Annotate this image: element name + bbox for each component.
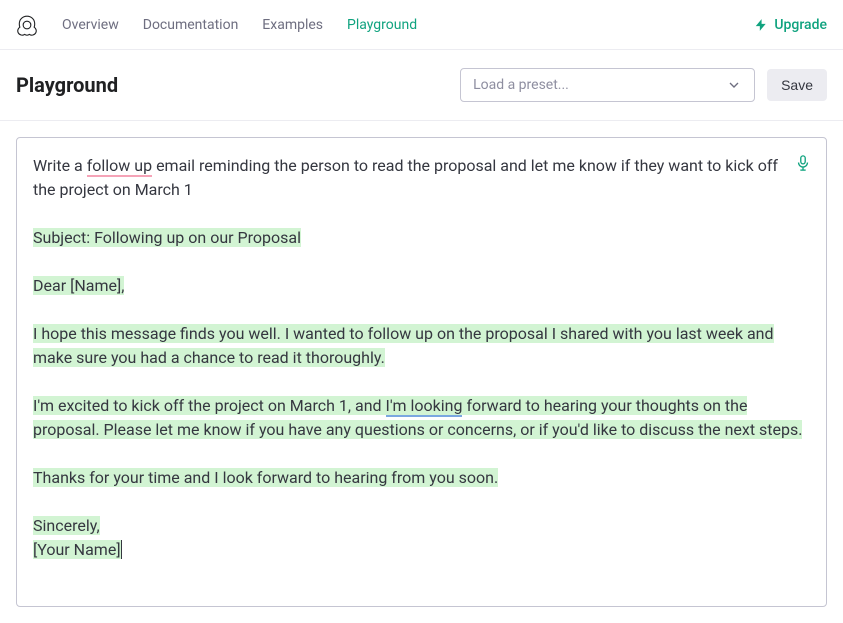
generated-p3: Thanks for your time and I look forward … xyxy=(33,466,810,490)
sub-header: Playground Load a preset... Save xyxy=(0,50,843,121)
chevron-down-icon xyxy=(726,77,742,93)
openai-logo-icon xyxy=(16,14,38,36)
preset-select[interactable]: Load a preset... xyxy=(460,68,755,102)
generated-greeting: Dear [Name], xyxy=(33,274,810,298)
prompt-spellcheck: follow up xyxy=(87,156,152,177)
upgrade-button[interactable]: Upgrade xyxy=(754,17,827,33)
generated-p1: I hope this message finds you well. I wa… xyxy=(33,322,810,370)
nav-link-examples[interactable]: Examples xyxy=(262,17,323,33)
prompt-pre: Write a xyxy=(33,156,87,175)
editor-box[interactable]: Write a follow up email reminding the pe… xyxy=(16,137,827,607)
save-button[interactable]: Save xyxy=(767,69,827,101)
nav-link-documentation[interactable]: Documentation xyxy=(143,17,239,33)
preset-placeholder: Load a preset... xyxy=(473,77,569,93)
generated-p2: I'm excited to kick off the project on M… xyxy=(33,394,810,442)
generated-closing: Sincerely,[Your Name] xyxy=(33,514,810,562)
page-title: Playground xyxy=(16,73,448,97)
nav-link-playground[interactable]: Playground xyxy=(347,17,417,33)
generated-subject: Subject: Following up on our Proposal xyxy=(33,226,810,250)
editor-area: Write a follow up email reminding the pe… xyxy=(0,121,843,623)
prompt-text: Write a follow up email reminding the pe… xyxy=(33,154,810,202)
top-nav: Overview Documentation Examples Playgrou… xyxy=(0,0,843,50)
upgrade-label: Upgrade xyxy=(774,17,827,33)
nav-links: Overview Documentation Examples Playgrou… xyxy=(62,17,754,33)
microphone-icon[interactable] xyxy=(796,154,810,178)
lightning-icon xyxy=(754,18,768,32)
nav-link-overview[interactable]: Overview xyxy=(62,17,119,33)
